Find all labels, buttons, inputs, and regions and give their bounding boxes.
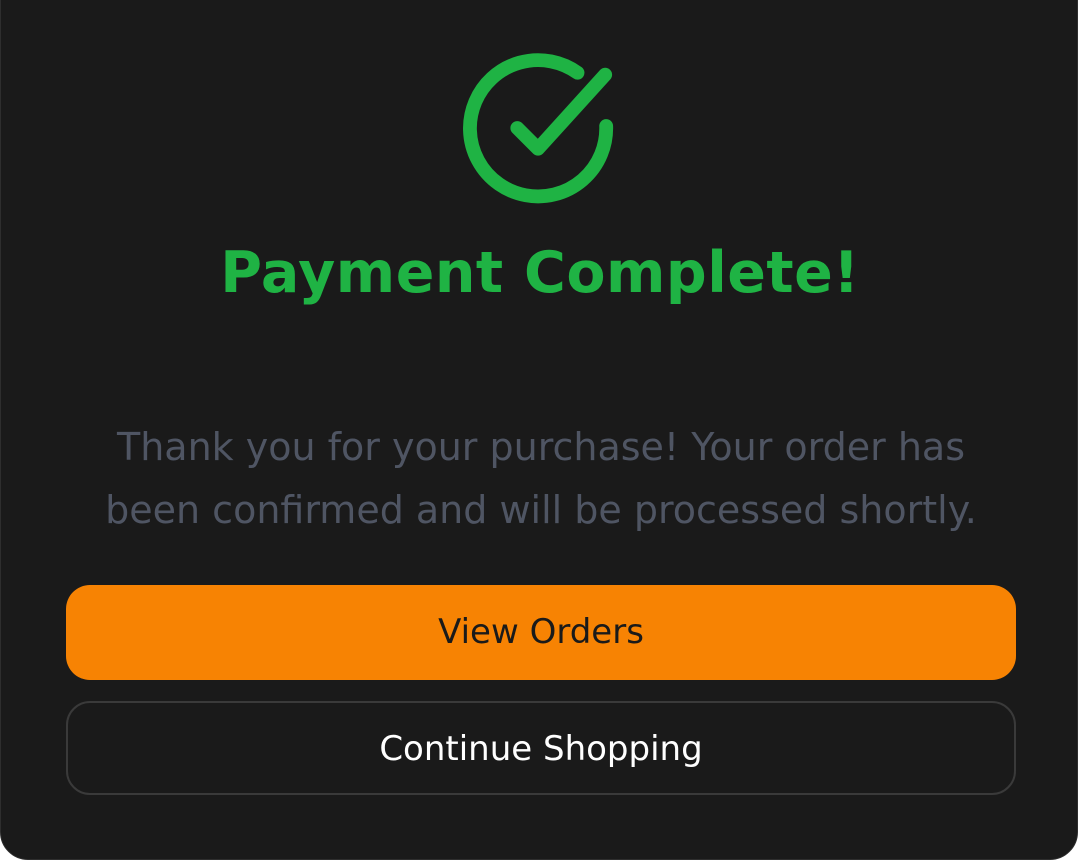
message-line-2: been confirmed and will be processed sho… [105,488,977,532]
page-title: Payment Complete! [220,240,860,306]
payment-success-card: Payment Complete! Thank you for your pur… [0,0,1078,860]
confirmation-message: Thank you for your purchase! Your order … [81,416,1001,542]
view-orders-button[interactable]: View Orders [66,585,1016,680]
continue-shopping-button[interactable]: Continue Shopping [66,701,1016,795]
message-line-1: Thank you for your purchase! Your order … [116,425,966,469]
check-circle-icon [462,51,620,209]
